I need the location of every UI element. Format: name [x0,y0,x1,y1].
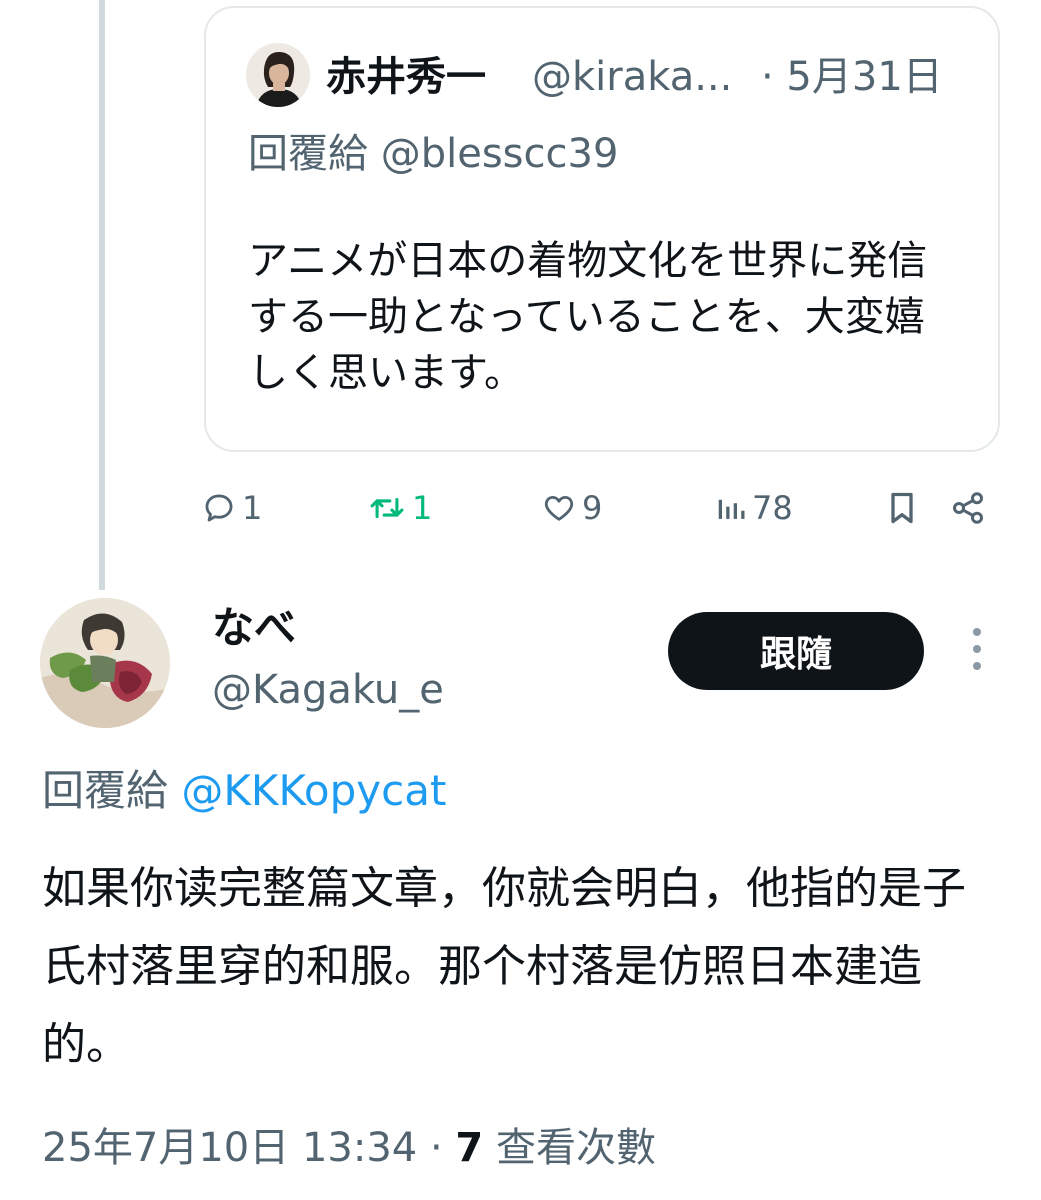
view-count-label: 查看次數 [495,1125,656,1171]
bookmark-icon [886,490,918,526]
view-count: 7 [455,1125,484,1171]
reply-mention-link[interactable]: @KKKopycat [181,766,446,815]
quoted-reply-mention[interactable]: @blesscc39 [381,131,619,177]
reply-context: 回覆給 @KKKopycat [42,763,446,819]
heart-icon [542,491,576,525]
reply-count: 1 [242,489,263,527]
retweet-button[interactable]: 1 [368,482,432,534]
author-avatar[interactable] [40,598,170,728]
quoted-tweet-date[interactable]: · 5月31日 [761,52,943,102]
more-vertical-icon [962,628,992,682]
share-icon [950,490,986,526]
quoted-reply-context: 回覆給 @blesscc39 [248,129,618,179]
quoted-author-name[interactable]: 赤井秀一 [326,52,486,102]
reply-prefix: 回覆給 [42,766,169,815]
views-button[interactable]: 78 [716,482,793,534]
quoted-reply-prefix: 回覆給 [248,131,368,177]
retweet-count: 1 [412,489,433,527]
reply-icon [202,491,236,525]
tweet-action-bar: 1 1 9 78 [0,482,1041,534]
like-button[interactable]: 9 [542,482,602,534]
bookmark-button[interactable] [886,482,918,534]
more-options-button[interactable] [962,624,992,678]
tweet-text: 如果你读完整篇文章，你就会明白，他指的是子氏村落里穿的和服。那个村落是仿照日本建… [42,863,966,1070]
quoted-author-avatar[interactable] [246,43,310,107]
views-icon [716,491,746,525]
follow-button[interactable]: 跟隨 [668,612,924,690]
retweet-icon [368,491,406,525]
author-handle[interactable]: @Kagaku_e [212,662,444,718]
tweet-timestamp[interactable]: 25年7月10日 13:34 · [42,1125,443,1171]
quoted-tweet-text: アニメが日本の着物文化を世界に発信する一助となっていることを、大変嬉しく思います… [248,238,928,396]
author-name[interactable]: なべ [212,600,296,656]
tweet-meta: 25年7月10日 13:34 · 7 查看次數 [42,1120,656,1176]
views-count: 78 [752,489,793,527]
quoted-tweet-card[interactable]: 赤井秀一 @kiraka... · 5月31日 回覆給 @blesscc39 ア… [204,6,1000,452]
like-count: 9 [582,489,603,527]
share-button[interactable] [950,482,986,534]
quoted-author-handle[interactable]: @kiraka... [532,52,732,102]
reply-button[interactable]: 1 [202,482,262,534]
